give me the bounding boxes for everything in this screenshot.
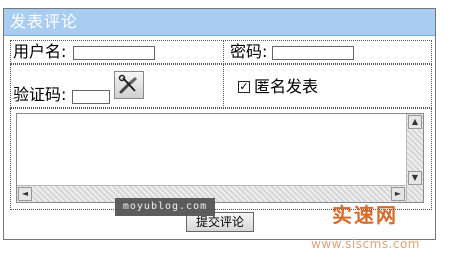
scroll-down-button[interactable]: ▼ (408, 171, 422, 185)
anonymous-cell: ✓ 匿名发表 (223, 64, 432, 108)
password-input[interactable] (272, 46, 354, 60)
scroll-up-button[interactable]: ▲ (408, 115, 422, 129)
form-title: 发表评论 (10, 12, 79, 31)
anonymous-checkbox[interactable]: ✓ (238, 81, 250, 93)
captcha-cell: 验证码: (10, 64, 224, 108)
password-label: 密码: (230, 42, 268, 61)
comment-textarea[interactable]: ▲ ▼ ◄ ► (16, 113, 424, 203)
anonymous-label: 匿名发表 (254, 77, 319, 96)
username-cell: 用户名: (10, 40, 224, 64)
scroll-left-button[interactable]: ◄ (18, 187, 32, 201)
watermark-url: www.siscms.com (311, 237, 420, 251)
vertical-scrollbar[interactable]: ▲ ▼ (406, 114, 423, 202)
captcha-label: 验证码: (13, 85, 67, 104)
username-input[interactable] (73, 46, 155, 60)
username-label: 用户名: (13, 42, 67, 61)
tools-icon (118, 74, 137, 94)
scroll-right-button[interactable]: ► (391, 187, 405, 201)
captcha-input[interactable] (72, 90, 110, 104)
watermark-brand: 实速网 (332, 203, 398, 227)
watermark-overlay: moyublog.com (115, 198, 215, 216)
comment-cell: ▲ ▼ ◄ ► (10, 108, 432, 210)
password-cell: 密码: (223, 40, 432, 64)
form-title-bar: 发表评论 (4, 9, 435, 36)
captcha-refresh-button[interactable] (114, 71, 144, 99)
